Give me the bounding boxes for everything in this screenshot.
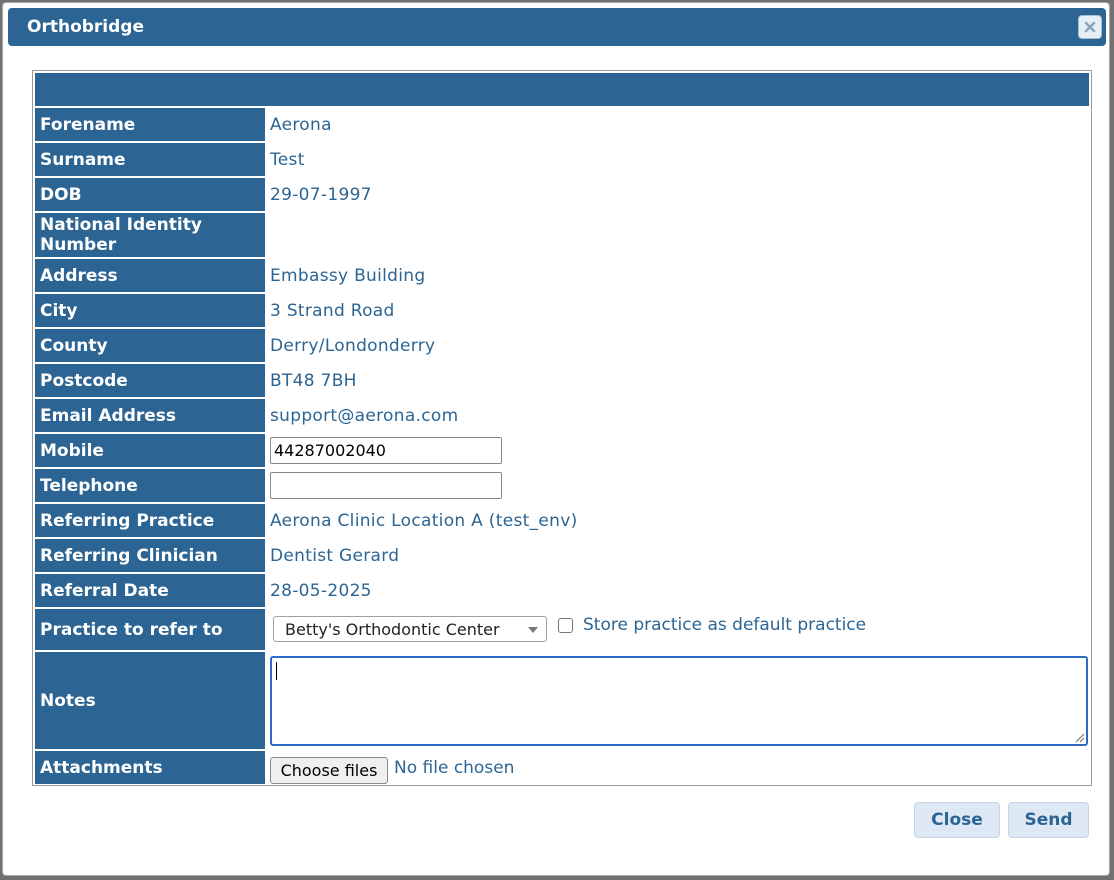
- row-telephone: Telephone: [35, 469, 1089, 502]
- row-email: Email Address support@aerona.com: [35, 399, 1089, 432]
- label-city: City: [35, 294, 265, 327]
- value-referring-clinician: Dentist Gerard: [270, 545, 400, 566]
- value-telephone-wrap: [270, 469, 502, 502]
- referral-form: Forename Aerona Surname Test DOB 29-07-1…: [32, 70, 1092, 786]
- value-dob: 29-07-1997: [270, 184, 372, 205]
- row-city: City 3 Strand Road: [35, 294, 1089, 327]
- choose-files-button[interactable]: Choose files: [270, 757, 388, 784]
- mobile-input[interactable]: [270, 437, 502, 464]
- label-email: Email Address: [35, 399, 265, 432]
- label-referral-date: Referral Date: [35, 574, 265, 607]
- telephone-input[interactable]: [270, 472, 502, 499]
- orthobridge-dialog: Orthobridge Forename Aerona Surname Test…: [2, 2, 1110, 876]
- label-practice-to-refer: Practice to refer to: [35, 609, 265, 650]
- row-practice-to-refer: Practice to refer to Betty's Orthodontic…: [35, 609, 1089, 650]
- close-icon: [1084, 21, 1096, 33]
- value-referring-practice: Aerona Clinic Location A (test_env): [270, 510, 578, 531]
- row-attachments: Attachments Choose files No file chosen: [35, 751, 1089, 784]
- practice-select[interactable]: Betty's Orthodontic Center: [273, 616, 547, 642]
- close-button[interactable]: Close: [914, 802, 1000, 838]
- label-telephone: Telephone: [35, 469, 265, 502]
- row-county: County Derry/Londonderry: [35, 329, 1089, 362]
- dialog-title: Orthobridge: [27, 17, 144, 37]
- label-surname: Surname: [35, 143, 265, 176]
- value-county: Derry/Londonderry: [270, 335, 436, 356]
- row-dob: DOB 29-07-1997: [35, 178, 1089, 211]
- value-city: 3 Strand Road: [270, 300, 395, 321]
- practice-select-value: Betty's Orthodontic Center: [285, 619, 500, 639]
- row-address: Address Embassy Building: [35, 259, 1089, 292]
- label-postcode: Postcode: [35, 364, 265, 397]
- text-caret: [276, 662, 277, 680]
- resize-grip-icon[interactable]: [1073, 731, 1085, 743]
- label-national-id: National Identity Number: [35, 213, 265, 257]
- label-forename: Forename: [35, 108, 265, 141]
- row-notes: Notes: [35, 652, 1089, 749]
- row-mobile: Mobile: [35, 434, 1089, 467]
- label-dob: DOB: [35, 178, 265, 211]
- row-referral-date: Referral Date 28-05-2025: [35, 574, 1089, 607]
- row-referring-practice: Referring Practice Aerona Clinic Locatio…: [35, 504, 1089, 537]
- store-default-checkbox[interactable]: [558, 618, 573, 633]
- label-referring-practice: Referring Practice: [35, 504, 265, 537]
- store-default-label[interactable]: Store practice as default practice: [583, 615, 866, 635]
- label-referring-clinician: Referring Clinician: [35, 539, 265, 572]
- label-notes: Notes: [35, 652, 265, 749]
- value-forename: Aerona: [270, 114, 332, 135]
- notes-textarea[interactable]: [270, 656, 1088, 746]
- value-mobile-wrap: [270, 434, 502, 467]
- label-attachments: Attachments: [35, 751, 265, 784]
- value-email: support@aerona.com: [270, 405, 459, 426]
- value-address: Embassy Building: [270, 265, 426, 286]
- label-mobile: Mobile: [35, 434, 265, 467]
- value-surname: Test: [270, 149, 305, 170]
- label-address: Address: [35, 259, 265, 292]
- row-referring-clinician: Referring Clinician Dentist Gerard: [35, 539, 1089, 572]
- row-forename: Forename Aerona: [35, 108, 1089, 141]
- dialog-titlebar: Orthobridge: [8, 8, 1106, 46]
- dialog-close-button[interactable]: [1078, 15, 1102, 39]
- chevron-down-icon: [528, 627, 538, 633]
- send-button[interactable]: Send: [1008, 802, 1089, 838]
- value-postcode: BT48 7BH: [270, 370, 357, 391]
- row-postcode: Postcode BT48 7BH: [35, 364, 1089, 397]
- form-header-bar: [35, 73, 1089, 106]
- row-surname: Surname Test: [35, 143, 1089, 176]
- value-referral-date: 28-05-2025: [270, 580, 372, 601]
- file-status: No file chosen: [394, 758, 515, 778]
- row-national-id: National Identity Number: [35, 213, 1089, 257]
- label-county: County: [35, 329, 265, 362]
